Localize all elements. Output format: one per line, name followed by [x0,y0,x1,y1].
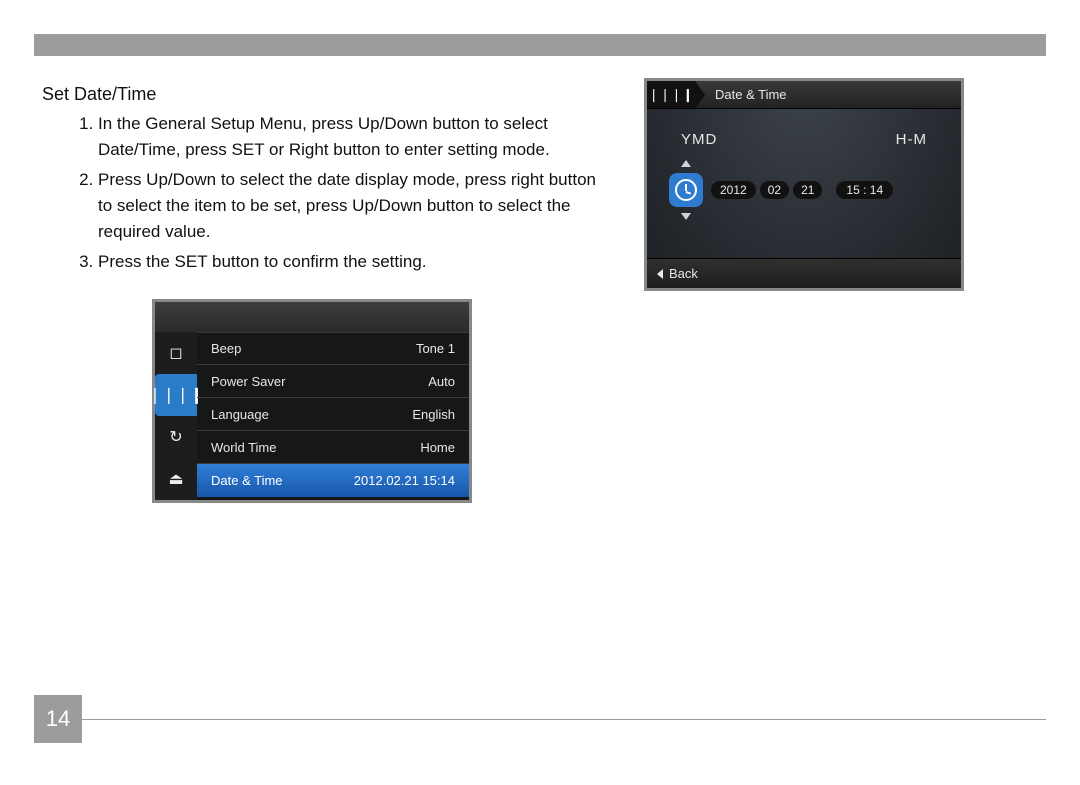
month-value[interactable]: 02 [760,181,789,199]
menu-item-value: Auto [428,374,455,389]
menu-item-label: Power Saver [211,374,285,389]
instruction-list: In the General Setup Menu, press Up/Down… [34,111,604,275]
datetime-footer: Back [647,258,961,288]
tab-connectivity[interactable]: ⏏ [155,458,197,500]
menu-item-label: World Time [211,440,277,455]
chevron-down-icon [681,213,691,220]
date-pills: 2012 02 21 15 : 14 [711,181,893,199]
date-time-setting-screenshot: ❘❘❘❙ Date & Time YMD H-M 2012 02 21 15 :… [644,78,964,291]
date-format-label: YMD [681,131,717,148]
menu-item-value: 2012.02.21 15:14 [354,473,455,488]
year-value[interactable]: 2012 [711,181,756,199]
chevron-up-icon [681,160,691,167]
refresh-icon: ↻ [169,427,182,447]
datetime-title: Date & Time [715,87,787,102]
settings-icon: ❘❘❘❙ [648,87,694,103]
document-header-bar [34,34,1046,56]
menu-item-power-saver[interactable]: Power Saver Auto [197,365,469,398]
section-title: Set Date/Time [42,84,604,105]
instruction-step: Press Up/Down to select the date display… [98,167,604,245]
menu-item-language[interactable]: Language English [197,398,469,431]
menu-item-value: English [412,407,455,422]
menu-items: Beep Tone 1 Power Saver Auto Language En… [197,332,469,500]
chevron-right-icon [695,81,705,109]
tab-refresh[interactable]: ↻ [155,416,197,458]
menu-item-world-time[interactable]: World Time Home [197,431,469,464]
tab-camera[interactable]: ◻ [155,332,197,374]
menu-side-tabs: ◻ ❘❘❘❙ ↻ ⏏ [155,332,197,500]
menu-item-value: Home [420,440,455,455]
page-number: 14 [34,695,82,743]
camera-icon: ◻ [169,343,182,363]
general-setup-menu-screenshot: ◻ ❘❘❘❙ ↻ ⏏ Beep Tone 1 [152,299,472,503]
datetime-values-row: 2012 02 21 15 : 14 [647,154,961,230]
datetime-labels-row: YMD H-M [647,109,961,154]
menu-item-label: Beep [211,341,241,356]
time-format-label: H-M [896,131,927,148]
settings-tab-indicator: ❘❘❘❙ [647,81,695,108]
footer-rule [82,719,1046,720]
page-footer: 14 [34,695,1046,743]
back-label[interactable]: Back [669,266,698,281]
clock-icon [669,173,703,207]
time-value[interactable]: 15 : 14 [836,181,893,199]
menu-item-beep[interactable]: Beep Tone 1 [197,332,469,365]
back-icon [657,269,663,279]
settings-icon: ❘❘❘❙ [148,385,204,405]
menu-header-strip [155,302,469,332]
connectivity-icon: ⏏ [168,469,183,489]
menu-item-value: Tone 1 [416,341,455,356]
instruction-step: In the General Setup Menu, press Up/Down… [98,111,604,163]
menu-item-date-time[interactable]: Date & Time 2012.02.21 15:14 [197,464,469,497]
tab-settings[interactable]: ❘❘❘❙ [155,374,197,416]
page-content: Set Date/Time In the General Setup Menu,… [34,78,1046,503]
menu-item-label: Date & Time [211,473,283,488]
datetime-header: ❘❘❘❙ Date & Time [647,81,961,109]
instructions-column: Set Date/Time In the General Setup Menu,… [34,78,604,503]
date-format-spinner[interactable] [669,160,703,220]
day-value[interactable]: 21 [793,181,822,199]
instruction-step: Press the SET button to confirm the sett… [98,249,604,275]
menu-item-label: Language [211,407,269,422]
